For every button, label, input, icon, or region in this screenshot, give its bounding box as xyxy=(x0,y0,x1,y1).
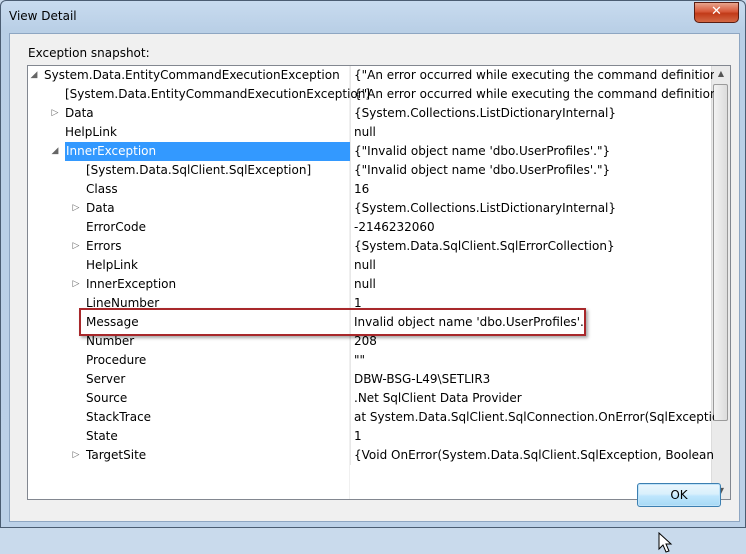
property-value[interactable]: 16 xyxy=(350,180,714,199)
tree-row[interactable]: [System.Data.SqlClient.SqlException] {"In… xyxy=(28,161,711,180)
view-detail-window: View Detail ✕ Exception snapshot: ▲ ▼ ◢ S… xyxy=(0,0,746,553)
tree-row[interactable]: Source .Net SqlClient Data Provider xyxy=(28,389,711,408)
property-name[interactable]: InnerException xyxy=(86,275,176,294)
exception-snapshot-label: Exception snapshot: xyxy=(28,46,150,60)
scroll-up-icon[interactable]: ▲ xyxy=(712,66,730,82)
property-value[interactable]: {"An error occurred while executing the … xyxy=(350,66,714,85)
property-value[interactable]: {System.Collections.ListDictionaryIntern… xyxy=(350,199,714,218)
property-name[interactable]: Source xyxy=(86,389,127,408)
tree-row[interactable]: ▷ TargetSite {Void OnError(System.Data.Sql… xyxy=(28,446,714,465)
property-name[interactable]: Server xyxy=(86,370,125,389)
tree-row[interactable]: Server DBW-BSG-L49\SETLIR3 xyxy=(28,370,711,389)
property-name[interactable]: State xyxy=(86,427,118,446)
tree-row[interactable]: ◢ InnerException {"Invalid object name 'db… xyxy=(28,142,711,161)
property-value[interactable]: -2146232060 xyxy=(350,218,714,237)
property-value[interactable]: {Void OnError(System.Data.SqlClient.SqlE… xyxy=(350,446,714,465)
property-value[interactable]: {System.Data.SqlClient.SqlErrorCollectio… xyxy=(350,237,714,256)
property-name[interactable]: [System.Data.SqlClient.SqlException] xyxy=(86,161,311,180)
tree-expand-icon[interactable]: ▷ xyxy=(71,275,81,294)
property-value[interactable]: 1 xyxy=(350,427,714,446)
tree-expand-icon[interactable]: ▷ xyxy=(71,199,81,218)
property-name[interactable]: Data xyxy=(65,104,94,123)
tree-row[interactable]: ErrorCode -2146232060 xyxy=(28,218,711,237)
property-name[interactable]: Class xyxy=(86,180,118,199)
property-value[interactable]: at System.Data.SqlClient.SqlConnection.O… xyxy=(350,408,714,427)
message-highlight-callout xyxy=(79,308,586,336)
scrollbar-thumb[interactable] xyxy=(713,84,728,421)
property-name[interactable]: InnerException xyxy=(65,142,351,161)
property-name[interactable]: Errors xyxy=(86,237,122,256)
property-value[interactable]: {"Invalid object name 'dbo.UserProfiles'… xyxy=(350,142,714,161)
tree-row[interactable]: ▷ Errors {System.Data.SqlClient.SqlErrorCo… xyxy=(28,237,711,256)
property-value[interactable]: null xyxy=(350,256,714,275)
close-button[interactable]: ✕ xyxy=(694,2,739,23)
exception-tree-view[interactable]: ▲ ▼ ◢ System.Data.EntityCommandExecutionE… xyxy=(27,65,731,500)
tree-row[interactable]: StackTrace at System.Data.SqlClient.SqlC… xyxy=(28,408,714,427)
mouse-cursor-icon xyxy=(658,532,673,553)
property-value[interactable]: {"An error occurred while executing the … xyxy=(350,85,714,104)
property-name[interactable]: Procedure xyxy=(86,351,146,370)
property-value[interactable]: null xyxy=(350,123,714,142)
property-value[interactable]: "" xyxy=(350,351,714,370)
property-name[interactable]: Data xyxy=(86,199,115,218)
tree-row[interactable]: ▷ Data {System.Collections.ListDictionaryI… xyxy=(28,104,711,123)
property-value[interactable]: null xyxy=(350,275,714,294)
tree-row[interactable]: [System.Data.EntityCommandExecutionExcep… xyxy=(28,85,714,104)
ok-button[interactable]: OK xyxy=(637,483,721,507)
property-value[interactable]: .Net SqlClient Data Provider xyxy=(350,389,714,408)
property-name[interactable]: HelpLink xyxy=(86,256,138,275)
property-name[interactable]: StackTrace xyxy=(86,408,151,427)
property-value[interactable]: {System.Collections.ListDictionaryIntern… xyxy=(350,104,714,123)
tree-expand-icon[interactable]: ▷ xyxy=(50,104,60,123)
tree-row[interactable]: HelpLink null xyxy=(28,123,711,142)
property-name[interactable]: [System.Data.EntityCommandExecutionExcep… xyxy=(65,85,370,104)
tree-row[interactable]: ▷ InnerException null xyxy=(28,275,711,294)
tree-row[interactable]: ▷ Data {System.Collections.ListDictionaryI… xyxy=(28,199,711,218)
property-name[interactable]: System.Data.EntityCommandExecutionExcept… xyxy=(44,66,340,85)
tree-row[interactable]: ◢ System.Data.EntityCommandExecutionExcep… xyxy=(28,66,714,85)
property-name[interactable]: HelpLink xyxy=(65,123,117,142)
property-value[interactable]: DBW-BSG-L49\SETLIR3 xyxy=(350,370,714,389)
property-name[interactable]: ErrorCode xyxy=(86,218,146,237)
tree-row[interactable]: Class 16 xyxy=(28,180,711,199)
tree-expand-icon[interactable]: ▷ xyxy=(71,237,81,256)
window-title: View Detail xyxy=(9,9,77,23)
property-name[interactable]: TargetSite xyxy=(86,446,146,465)
tree-row[interactable]: HelpLink null xyxy=(28,256,711,275)
dialog-body: Exception snapshot: ▲ ▼ ◢ System.Data.Ent… xyxy=(9,33,740,553)
tree-expand-icon[interactable]: ▷ xyxy=(71,446,81,465)
tree-collapse-icon[interactable]: ◢ xyxy=(50,142,60,161)
tree-row[interactable]: State 1 xyxy=(28,427,711,446)
tree-collapse-icon[interactable]: ◢ xyxy=(29,66,39,85)
tree-row[interactable]: Procedure "" xyxy=(28,351,711,370)
title-bar[interactable]: View Detail ✕ xyxy=(1,1,745,33)
property-value[interactable]: {"Invalid object name 'dbo.UserProfiles'… xyxy=(350,161,714,180)
